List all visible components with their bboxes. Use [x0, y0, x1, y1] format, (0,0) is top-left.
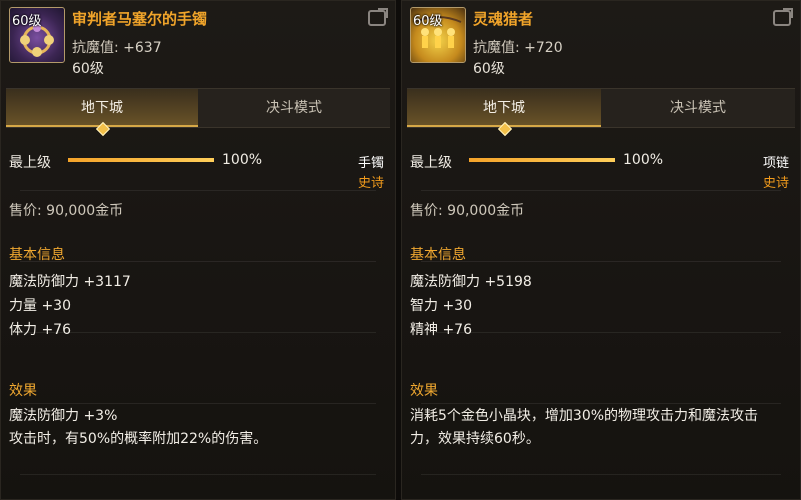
- item-level: 60级: [72, 61, 104, 77]
- share-icon[interactable]: [773, 10, 791, 26]
- attribute-line: 精神 +76: [410, 322, 472, 338]
- effect-line: 力，效果持续60秒。: [410, 431, 540, 447]
- grade-bar-fill: [68, 158, 214, 162]
- sell-price: 售价: 90,000金币: [9, 203, 124, 219]
- effect-line: 魔法防御力 +3%: [9, 408, 118, 424]
- level-badge: 60级: [413, 14, 443, 29]
- item-level: 60级: [473, 61, 505, 77]
- attribute-line: 智力 +30: [410, 298, 472, 314]
- grade-bar: [469, 158, 615, 162]
- bracelet-icon[interactable]: 60级: [9, 7, 65, 63]
- basic-info-heading: 基本信息: [410, 247, 466, 263]
- effect-heading: 效果: [9, 383, 37, 399]
- item-tooltip-right: 60级 灵魂猎者 抗魔值: +720 60级 地下城 决斗模式 最上级 100%…: [401, 0, 801, 500]
- grade-percent: 100%: [623, 152, 664, 168]
- attribute-line: 体力 +76: [9, 322, 71, 338]
- magic-resist-label: 抗魔值:: [72, 40, 119, 56]
- effect-heading: 效果: [410, 383, 438, 399]
- slot-type: 项链: [762, 156, 789, 171]
- item-name: 灵魂猎者: [473, 10, 534, 28]
- grade-label: 最上级: [9, 155, 51, 171]
- share-icon[interactable]: [368, 10, 386, 26]
- magic-resist-value: +637: [123, 40, 162, 56]
- attribute-line: 魔法防御力 +5198: [410, 274, 532, 290]
- rarity-label: 史诗: [762, 176, 789, 191]
- basic-info-heading: 基本信息: [9, 247, 65, 263]
- item-tooltip-left: 60级 审判者马塞尔的手镯 抗魔值: +637 60级 地下城 决斗模式 最上级…: [0, 0, 396, 500]
- necklace-icon[interactable]: 60级: [410, 7, 466, 63]
- grade-label: 最上级: [410, 155, 452, 171]
- mode-tabs: 地下城 决斗模式: [407, 88, 795, 137]
- grade-bar-fill: [469, 158, 615, 162]
- sell-price: 售价: 90,000金币: [410, 203, 525, 219]
- tab-duel-mode[interactable]: 决斗模式: [601, 89, 795, 127]
- magic-resist-line: 抗魔值: +720: [473, 37, 563, 57]
- effect-line: 攻击时，有50%的概率附加22%的伤害。: [9, 431, 268, 447]
- mode-tabs: 地下城 决斗模式: [6, 88, 390, 137]
- magic-resist-label: 抗魔值:: [473, 40, 520, 56]
- attribute-line: 魔法防御力 +3117: [9, 274, 131, 290]
- slot-type: 手镯: [357, 156, 384, 171]
- tab-duel-mode[interactable]: 决斗模式: [198, 89, 390, 127]
- magic-resist-line: 抗魔值: +637: [72, 37, 162, 57]
- level-badge: 60级: [12, 14, 42, 29]
- grade-bar: [68, 158, 214, 162]
- item-name: 审判者马塞尔的手镯: [72, 10, 208, 28]
- attribute-line: 力量 +30: [9, 298, 71, 314]
- grade-percent: 100%: [222, 152, 263, 168]
- effect-line: 消耗5个金色小晶块，增加30%的物理攻击力和魔法攻击: [410, 408, 759, 424]
- magic-resist-value: +720: [524, 40, 563, 56]
- rarity-label: 史诗: [357, 176, 384, 191]
